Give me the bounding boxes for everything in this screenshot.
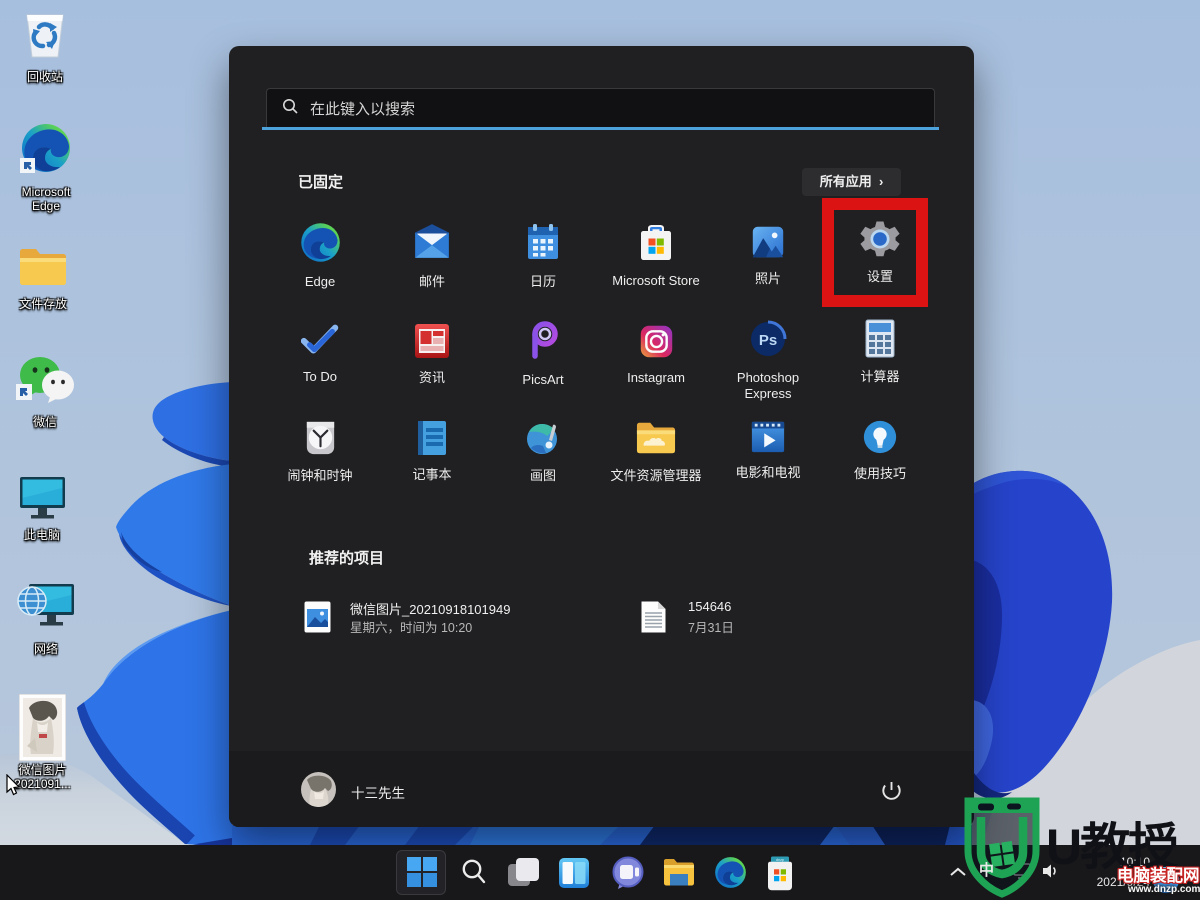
svg-text:dnzp: dnzp bbox=[776, 858, 784, 862]
svg-text:Ps: Ps bbox=[759, 332, 777, 349]
